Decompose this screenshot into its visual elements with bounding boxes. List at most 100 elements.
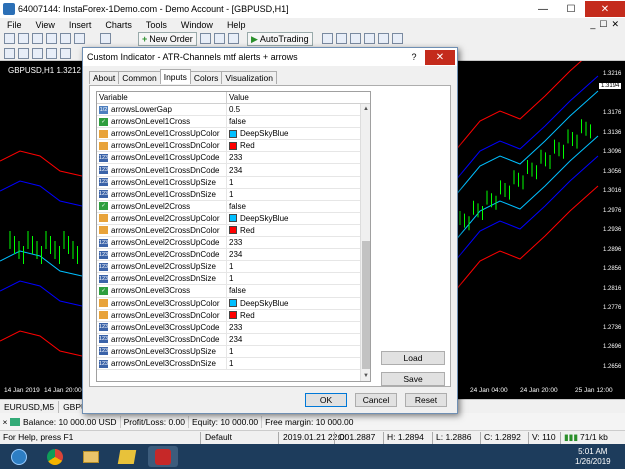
horizontal-line-icon[interactable] (46, 48, 57, 59)
tab-about[interactable]: About (89, 71, 120, 84)
zoom-in-icon[interactable] (364, 33, 375, 44)
scroll-thumb[interactable] (362, 241, 370, 369)
input-value-cell[interactable]: 1 (227, 261, 360, 272)
chart-tab-eurusd[interactable]: EURUSD,M5 (0, 400, 60, 413)
taskbar-app3[interactable] (112, 446, 142, 467)
input-value-cell[interactable]: 0.5 (227, 104, 360, 115)
input-row[interactable]: arrowsOnLevel3CrossUpColor DeepSkyBlue (97, 297, 360, 310)
taskbar-metatrader[interactable] (148, 446, 178, 467)
new-order-button[interactable]: + New Order (138, 32, 197, 46)
color-swatch[interactable] (229, 129, 237, 138)
input-row[interactable]: 1/2 arrowsLowerGap 0.5 (97, 104, 360, 117)
terminal-icon[interactable] (74, 33, 85, 44)
reset-button[interactable]: Reset (405, 393, 447, 407)
load-button[interactable]: Load (381, 351, 445, 365)
tile-windows-icon[interactable] (392, 33, 403, 44)
scroll-up-icon[interactable]: ▲ (361, 104, 370, 114)
child-restore-button[interactable]: ☐ (599, 19, 607, 30)
child-close-button[interactable]: ✕ (611, 19, 619, 30)
tester-icon[interactable] (100, 33, 111, 44)
history-icon[interactable] (228, 33, 239, 44)
color-swatch[interactable] (229, 226, 237, 235)
input-row[interactable]: arrowsOnLevel1CrossUpColor DeepSkyBlue (97, 128, 360, 141)
scroll-down-icon[interactable]: ▼ (361, 371, 370, 381)
input-value-cell[interactable]: Red (227, 310, 360, 321)
input-value-cell[interactable]: false (227, 116, 360, 127)
input-value-cell[interactable]: 233 (227, 152, 360, 163)
input-row[interactable]: 123 arrowsOnLevel3CrossUpCode 233 (97, 321, 360, 334)
input-value-cell[interactable]: DeepSkyBlue (227, 298, 360, 309)
start-button[interactable] (4, 446, 34, 467)
input-value-cell[interactable]: 233 (227, 237, 360, 248)
input-value-cell[interactable]: DeepSkyBlue (227, 213, 360, 224)
zoom-out-icon[interactable] (378, 33, 389, 44)
market-watch-icon[interactable] (32, 33, 43, 44)
taskbar-chrome[interactable] (40, 446, 70, 467)
input-value-cell[interactable]: 1 (227, 346, 360, 357)
menu-charts[interactable]: Charts (98, 20, 139, 30)
input-row[interactable]: 123 arrowsOnLevel3CrossDnCode 234 (97, 333, 360, 346)
save-button[interactable]: Save (381, 372, 445, 386)
color-swatch[interactable] (229, 299, 237, 308)
ok-button[interactable]: OK (305, 393, 347, 407)
dialog-help-button[interactable]: ? (403, 50, 425, 65)
input-row[interactable]: 123 arrowsOnLevel1CrossDnSize 1 (97, 188, 360, 201)
new-chart-icon[interactable] (4, 33, 15, 44)
candlestick-icon[interactable] (336, 33, 347, 44)
color-swatch[interactable] (229, 141, 237, 150)
input-row[interactable]: 123 arrowsOnLevel1CrossDnCode 234 (97, 164, 360, 177)
input-row[interactable]: 123 arrowsOnLevel3CrossDnSize 1 (97, 357, 360, 371)
cancel-button[interactable]: Cancel (355, 393, 397, 407)
close-button[interactable]: ✕ (585, 1, 625, 17)
dialog-close-button[interactable]: ✕ (425, 49, 455, 65)
input-value-cell[interactable]: false (227, 285, 360, 296)
input-row[interactable]: arrowsOnLevel2CrossDnColor Red (97, 224, 360, 238)
menu-insert[interactable]: Insert (62, 20, 99, 30)
grid-scrollbar[interactable]: ▲ ▼ (360, 104, 370, 381)
input-row[interactable]: ✓ arrowsOnLevel2Cross false (97, 200, 360, 213)
tab-inputs[interactable]: Inputs (159, 69, 191, 84)
input-row[interactable]: 123 arrowsOnLevel1CrossUpSize 1 (97, 176, 360, 189)
input-value-cell[interactable]: Red (227, 140, 360, 151)
options-icon[interactable] (214, 33, 225, 44)
input-row[interactable]: ✓ arrowsOnLevel1Cross false (97, 116, 360, 129)
menu-view[interactable]: View (29, 20, 62, 30)
column-value[interactable]: Value (227, 92, 249, 103)
input-value-cell[interactable]: 1 (227, 358, 360, 369)
taskbar-explorer[interactable] (76, 446, 106, 467)
input-row[interactable]: 123 arrowsOnLevel3CrossUpSize 1 (97, 345, 360, 358)
input-row[interactable]: ✓ arrowsOnLevel3Cross false (97, 285, 360, 298)
profiles-icon[interactable] (18, 33, 29, 44)
status-profile[interactable]: Default (205, 432, 232, 442)
bar-chart-icon[interactable] (322, 33, 333, 44)
tab-visualization[interactable]: Visualization (221, 71, 277, 84)
color-swatch[interactable] (229, 311, 237, 320)
menu-window[interactable]: Window (174, 20, 220, 30)
input-row[interactable]: 123 arrowsOnLevel2CrossUpCode 233 (97, 237, 360, 250)
tab-colors[interactable]: Colors (189, 71, 223, 84)
input-value-cell[interactable]: 234 (227, 334, 360, 345)
menu-file[interactable]: File (0, 20, 29, 30)
taskbar-clock[interactable]: 5:01 AM 1/26/2019 (575, 447, 611, 467)
tab-common[interactable]: Common (118, 71, 161, 84)
navigator-icon[interactable] (60, 33, 71, 44)
input-value-cell[interactable]: 1 (227, 189, 360, 200)
color-swatch[interactable] (229, 214, 237, 223)
menu-help[interactable]: Help (220, 20, 253, 30)
child-minimize-button[interactable]: _ (590, 19, 595, 30)
menu-tools[interactable]: Tools (139, 20, 174, 30)
minimize-button[interactable]: — (529, 1, 557, 17)
input-value-cell[interactable]: false (227, 201, 360, 212)
input-row[interactable]: 123 arrowsOnLevel2CrossDnSize 1 (97, 273, 360, 286)
input-value-cell[interactable]: 234 (227, 164, 360, 175)
trendline-icon[interactable] (60, 48, 71, 59)
data-window-icon[interactable] (46, 33, 57, 44)
input-value-cell[interactable]: DeepSkyBlue (227, 128, 360, 139)
vertical-line-icon[interactable] (32, 48, 43, 59)
input-value-cell[interactable]: 1 (227, 177, 360, 188)
input-value-cell[interactable]: 233 (227, 322, 360, 333)
input-row[interactable]: 123 arrowsOnLevel2CrossDnCode 234 (97, 249, 360, 262)
maximize-button[interactable]: ☐ (557, 1, 585, 17)
input-row[interactable]: 123 arrowsOnLevel2CrossUpSize 1 (97, 261, 360, 274)
cursor-icon[interactable] (4, 48, 15, 59)
